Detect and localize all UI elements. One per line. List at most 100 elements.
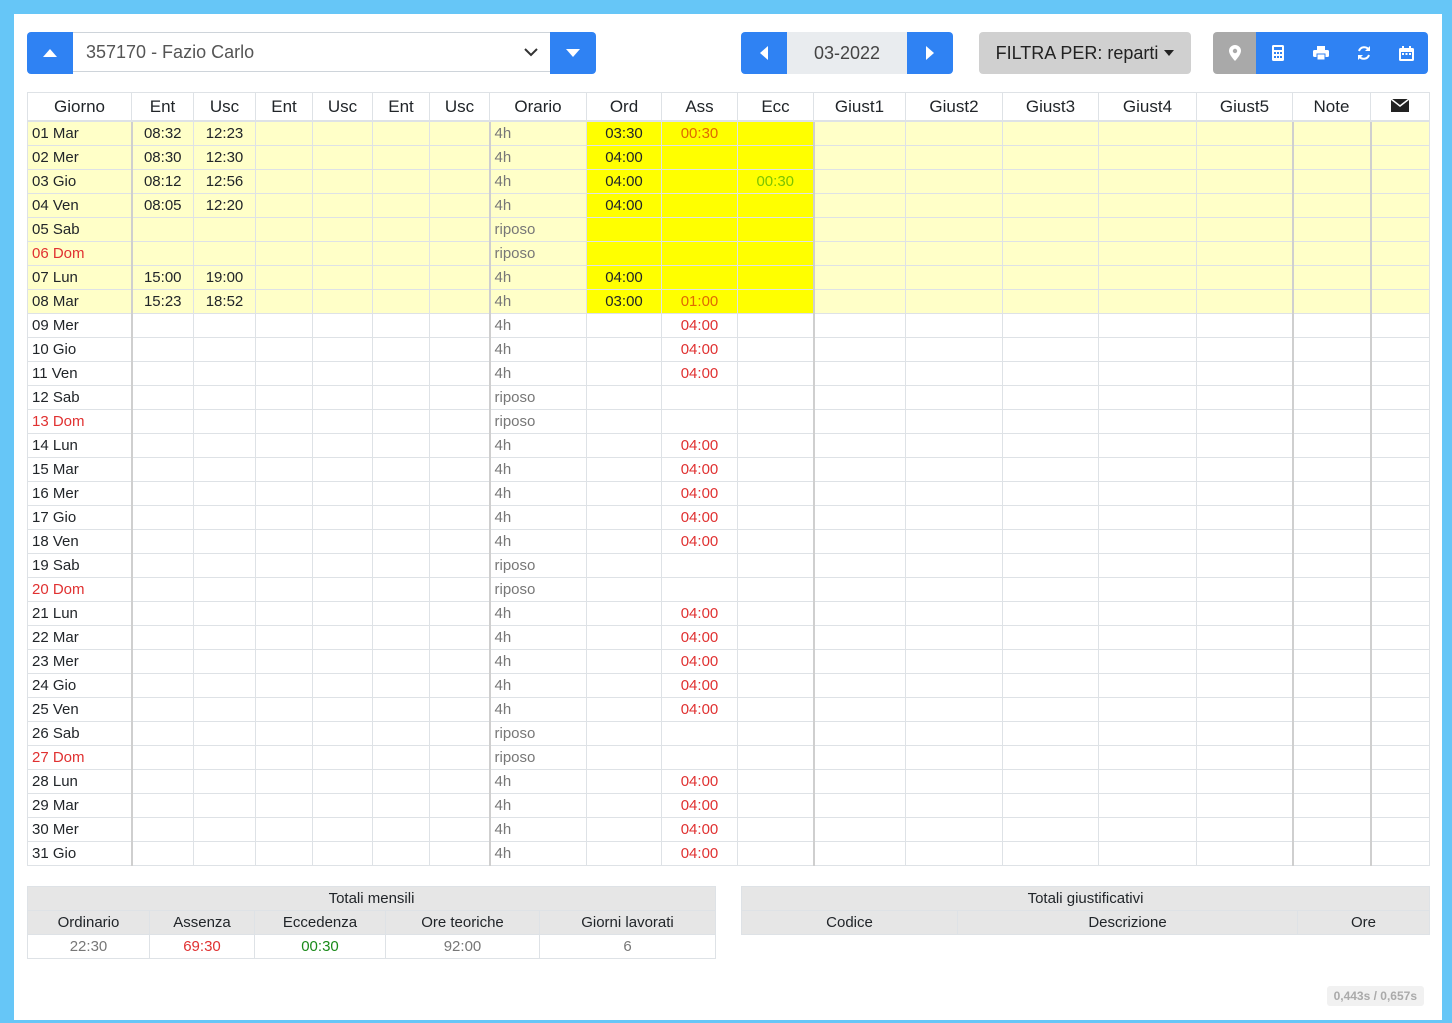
mail-cell[interactable] xyxy=(1369,577,1430,602)
giust2-cell[interactable] xyxy=(905,841,1003,866)
entry-2-cell[interactable] xyxy=(255,409,313,434)
schedule-cell[interactable]: 4h xyxy=(488,120,587,146)
absence-cell[interactable]: 04:00 xyxy=(661,361,738,386)
exit-3-cell[interactable] xyxy=(429,817,490,842)
note-cell[interactable] xyxy=(1291,793,1371,818)
table-row[interactable]: 15 Mar 4h 04:00 xyxy=(27,457,1430,482)
excess-cell[interactable] xyxy=(737,841,814,866)
mail-cell[interactable] xyxy=(1369,745,1430,770)
excess-cell[interactable] xyxy=(737,385,814,410)
giust4-cell[interactable] xyxy=(1098,433,1197,458)
entry-1-cell[interactable] xyxy=(130,409,194,434)
previous-month-button[interactable] xyxy=(741,32,787,74)
excess-cell[interactable] xyxy=(737,577,814,602)
giust1-cell[interactable] xyxy=(812,385,906,410)
exit-1-cell[interactable] xyxy=(193,529,256,554)
giust1-cell[interactable] xyxy=(812,481,906,506)
giust4-cell[interactable] xyxy=(1098,217,1197,242)
exit-2-cell[interactable] xyxy=(312,217,373,242)
giust1-cell[interactable] xyxy=(812,625,906,650)
giust4-cell[interactable] xyxy=(1098,841,1197,866)
note-cell[interactable] xyxy=(1291,385,1371,410)
day-cell[interactable]: 27 Dom xyxy=(27,745,132,770)
ordinary-cell[interactable] xyxy=(586,673,662,698)
excess-cell[interactable] xyxy=(737,529,814,554)
exit-3-cell[interactable] xyxy=(429,505,490,530)
exit-2-cell[interactable] xyxy=(312,241,373,266)
exit-1-cell[interactable] xyxy=(193,481,256,506)
ordinary-cell[interactable] xyxy=(586,697,662,722)
giust4-cell[interactable] xyxy=(1098,505,1197,530)
mail-cell[interactable] xyxy=(1369,481,1430,506)
day-cell[interactable]: 06 Dom xyxy=(27,241,132,266)
absence-cell[interactable] xyxy=(661,265,738,290)
absence-cell[interactable]: 04:00 xyxy=(661,529,738,554)
giust2-cell[interactable] xyxy=(905,241,1003,266)
giust2-cell[interactable] xyxy=(905,145,1003,170)
schedule-cell[interactable]: 4h xyxy=(488,769,587,794)
mail-cell[interactable] xyxy=(1369,505,1430,530)
giust3-cell[interactable] xyxy=(1002,481,1099,506)
excess-cell[interactable] xyxy=(737,697,814,722)
giust2-cell[interactable] xyxy=(905,769,1003,794)
giust3-cell[interactable] xyxy=(1002,577,1099,602)
giust2-cell[interactable] xyxy=(905,433,1003,458)
table-row[interactable]: 08 Mar 15:23 18:52 4h 03:00 01:00 xyxy=(27,289,1430,314)
exit-1-cell[interactable] xyxy=(193,337,256,362)
giust2-cell[interactable] xyxy=(905,745,1003,770)
schedule-cell[interactable]: 4h xyxy=(488,841,587,866)
ordinary-cell[interactable] xyxy=(586,361,662,386)
giust2-cell[interactable] xyxy=(905,481,1003,506)
excess-cell[interactable] xyxy=(737,120,814,146)
exit-1-cell[interactable] xyxy=(193,553,256,578)
exit-1-cell[interactable] xyxy=(193,577,256,602)
absence-cell[interactable] xyxy=(661,553,738,578)
excess-cell[interactable] xyxy=(737,457,814,482)
note-cell[interactable] xyxy=(1291,841,1371,866)
day-cell[interactable]: 11 Ven xyxy=(27,361,132,386)
day-cell[interactable]: 22 Mar xyxy=(27,625,132,650)
col-mail[interactable] xyxy=(1370,92,1430,122)
table-row[interactable]: 24 Gio 4h 04:00 xyxy=(27,673,1430,698)
giust2-cell[interactable] xyxy=(905,337,1003,362)
giust5-cell[interactable] xyxy=(1196,313,1293,338)
exit-3-cell[interactable] xyxy=(429,241,490,266)
giust4-cell[interactable] xyxy=(1098,697,1197,722)
ordinary-cell[interactable] xyxy=(586,337,662,362)
giust1-cell[interactable] xyxy=(812,697,906,722)
giust2-cell[interactable] xyxy=(905,361,1003,386)
entry-3-cell[interactable] xyxy=(372,313,430,338)
giust5-cell[interactable] xyxy=(1196,120,1293,146)
absence-cell[interactable] xyxy=(661,145,738,170)
giust1-cell[interactable] xyxy=(812,313,906,338)
giust5-cell[interactable] xyxy=(1196,721,1293,746)
ordinary-cell[interactable] xyxy=(586,601,662,626)
mail-cell[interactable] xyxy=(1369,265,1430,290)
excess-cell[interactable] xyxy=(737,817,814,842)
giust3-cell[interactable] xyxy=(1002,145,1099,170)
mail-cell[interactable] xyxy=(1369,457,1430,482)
ordinary-cell[interactable] xyxy=(586,841,662,866)
entry-2-cell[interactable] xyxy=(255,553,313,578)
ordinary-cell[interactable] xyxy=(586,241,662,266)
entry-2-cell[interactable] xyxy=(255,241,313,266)
exit-2-cell[interactable] xyxy=(312,120,373,146)
table-row[interactable]: 01 Mar 08:32 12:23 4h 03:30 00:30 xyxy=(27,120,1430,146)
day-cell[interactable]: 08 Mar xyxy=(27,289,132,314)
giust5-cell[interactable] xyxy=(1196,673,1293,698)
giust2-cell[interactable] xyxy=(905,289,1003,314)
giust5-cell[interactable] xyxy=(1196,649,1293,674)
giust2-cell[interactable] xyxy=(905,529,1003,554)
giust4-cell[interactable] xyxy=(1098,577,1197,602)
ordinary-cell[interactable]: 04:00 xyxy=(586,145,662,170)
giust2-cell[interactable] xyxy=(905,169,1003,194)
entry-2-cell[interactable] xyxy=(255,193,313,218)
giust4-cell[interactable] xyxy=(1098,169,1197,194)
giust5-cell[interactable] xyxy=(1196,601,1293,626)
absence-cell[interactable]: 04:00 xyxy=(661,313,738,338)
mail-cell[interactable] xyxy=(1369,217,1430,242)
table-row[interactable]: 07 Lun 15:00 19:00 4h 04:00 xyxy=(27,265,1430,290)
entry-1-cell[interactable] xyxy=(130,721,194,746)
giust5-cell[interactable] xyxy=(1196,433,1293,458)
entry-2-cell[interactable] xyxy=(255,841,313,866)
